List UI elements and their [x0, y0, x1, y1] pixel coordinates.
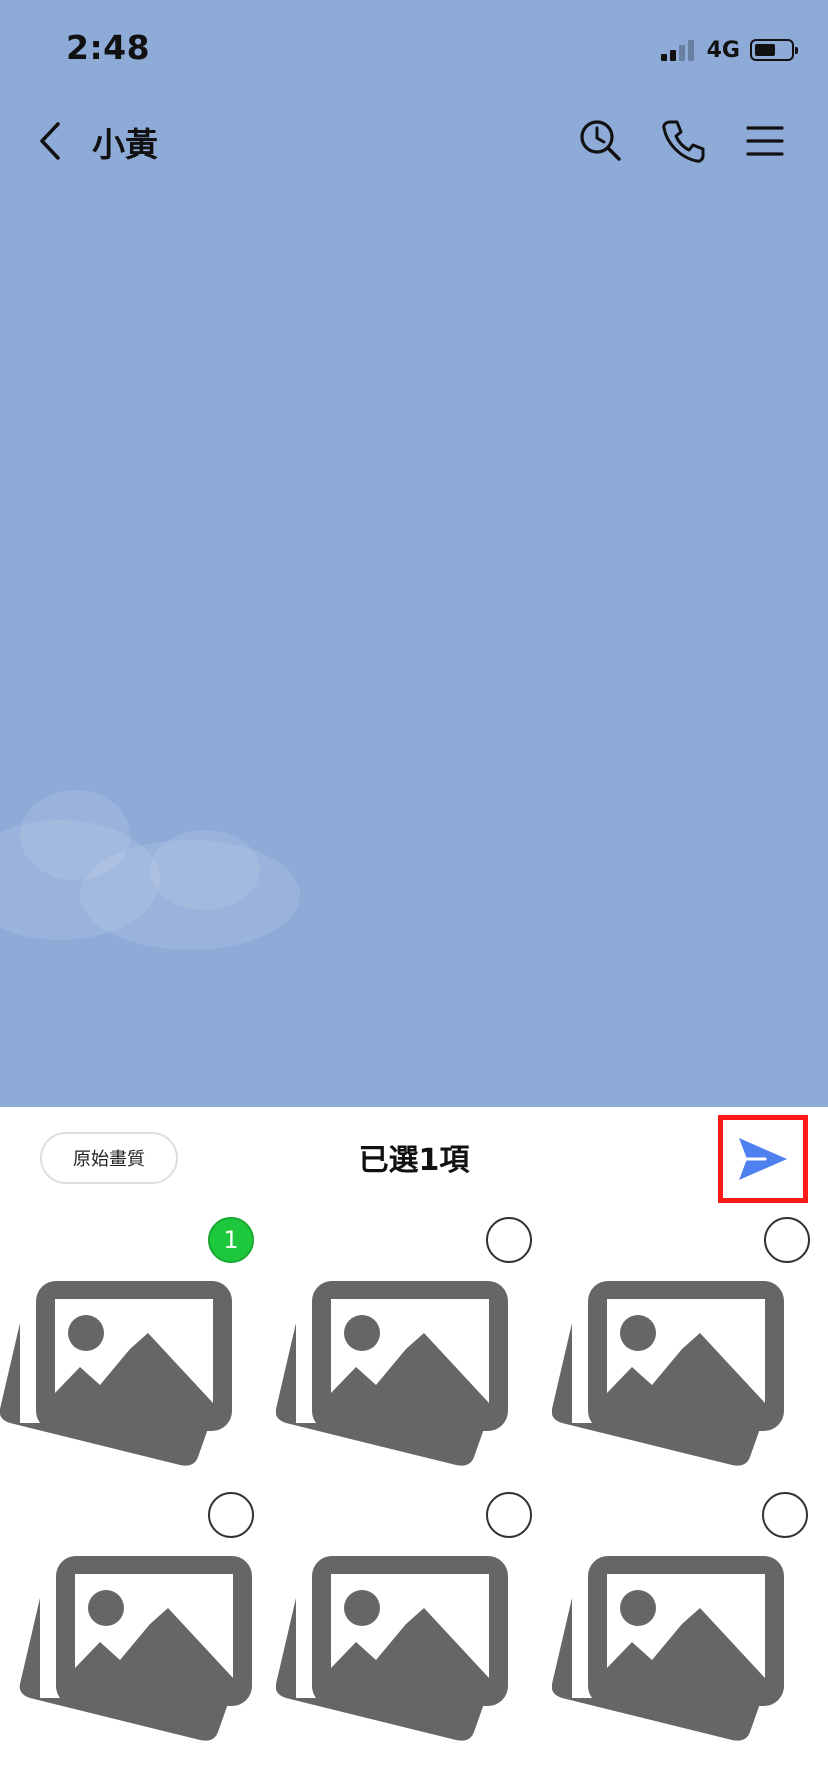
chat-header: 小黃 [0, 100, 828, 182]
photo-item[interactable] [552, 1492, 828, 1768]
photo-stack-icon [552, 1281, 784, 1466]
photo-stack-icon [276, 1281, 508, 1466]
photo-item[interactable] [0, 1492, 276, 1768]
photo-item[interactable] [276, 1492, 552, 1768]
photo-item[interactable] [552, 1217, 828, 1493]
search-history-icon [580, 120, 621, 161]
status-time: 2:48 [66, 28, 151, 67]
cloud-decoration [20, 790, 130, 880]
selection-badge[interactable]: 1 [208, 1217, 254, 1263]
battery-level [755, 44, 775, 56]
phone-icon [662, 120, 705, 163]
signal-icon [660, 39, 697, 61]
status-bar: 2:48 4G [0, 0, 828, 100]
back-button[interactable] [30, 116, 70, 166]
photo-stack-icon [552, 1556, 784, 1741]
photo-stack-icon [0, 1281, 232, 1466]
photo-item[interactable]: 1 [0, 1217, 276, 1493]
selection-circle[interactable] [764, 1217, 810, 1263]
network-type: 4G [706, 37, 740, 63]
selection-circle[interactable] [486, 1217, 532, 1263]
photo-stack-icon [19, 1556, 252, 1741]
photo-stack-icon [276, 1556, 508, 1741]
send-button[interactable] [718, 1115, 808, 1203]
send-arrow-icon [739, 1138, 787, 1180]
selection-circle[interactable] [762, 1492, 808, 1538]
chat-title: 小黃 [92, 125, 158, 164]
selection-order: 1 [223, 1226, 239, 1254]
call-button[interactable] [658, 116, 708, 166]
cloud-decoration [150, 830, 260, 910]
photo-picker-sheet: 原始畫質 已選1項 1 [0, 1107, 828, 1792]
hamburger-menu-icon [746, 126, 784, 156]
selection-circle[interactable] [486, 1492, 532, 1538]
search-button[interactable] [576, 116, 626, 166]
photo-item[interactable] [276, 1217, 552, 1493]
battery-icon [750, 39, 798, 61]
selection-circle[interactable] [208, 1492, 254, 1538]
chevron-left-icon [40, 122, 60, 160]
photo-grid: 1 [0, 1217, 828, 1792]
original-quality-button[interactable]: 原始畫質 [40, 1132, 178, 1184]
menu-button[interactable] [740, 116, 790, 166]
status-indicators: 4G [660, 36, 798, 64]
